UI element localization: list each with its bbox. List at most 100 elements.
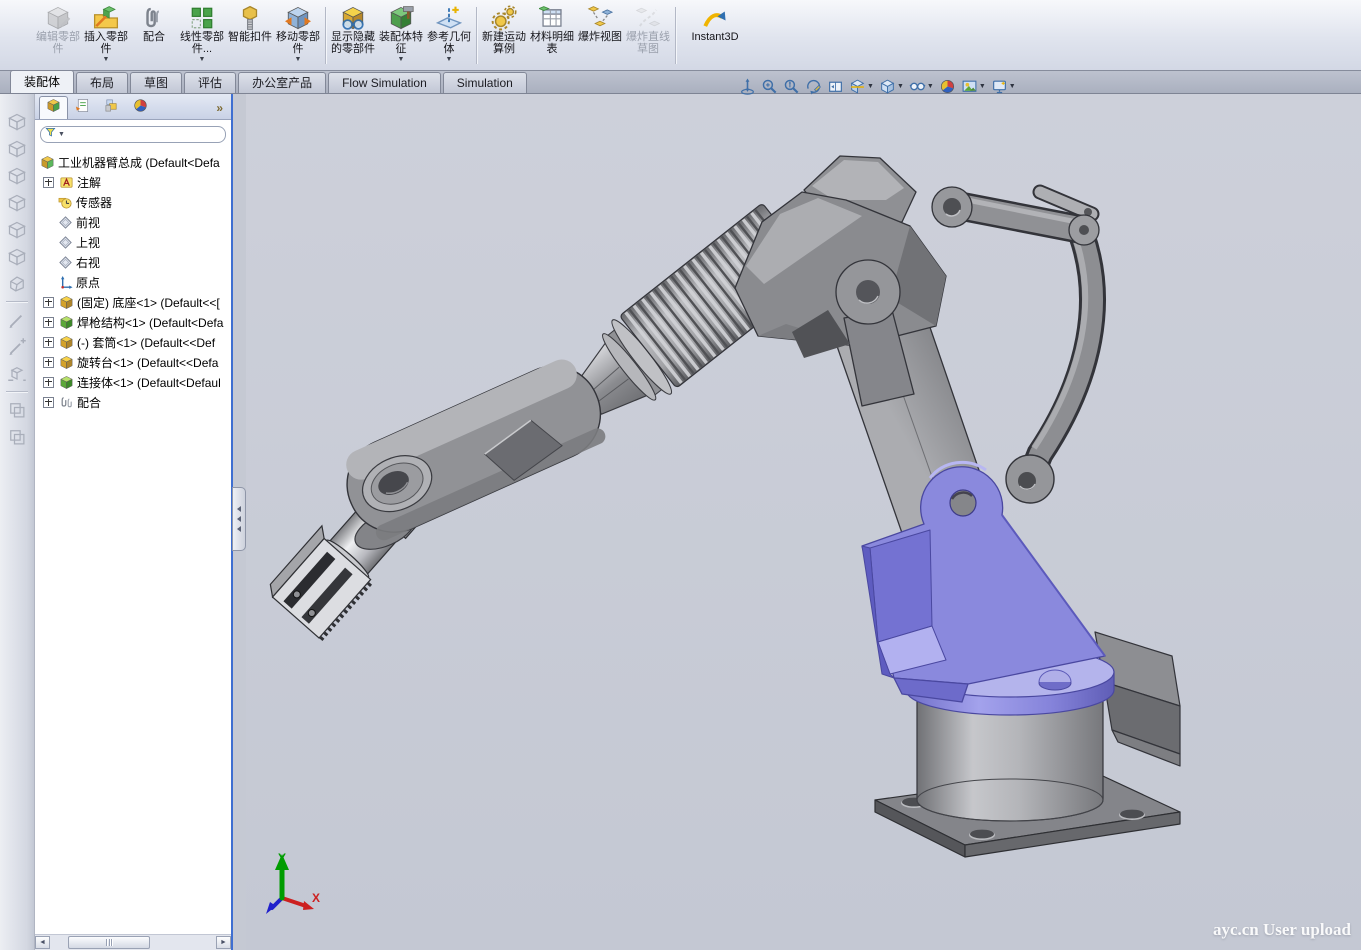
- dropdown-caret-icon[interactable]: ▼: [897, 83, 904, 90]
- panel-horizontal-scrollbar[interactable]: ◄ ►: [35, 934, 231, 950]
- panel-tab-overflow[interactable]: »: [216, 101, 227, 119]
- tree-item-component-base[interactable]: (固定) 底座<1> (Default<<[: [35, 292, 231, 312]
- tree-item-sensors[interactable]: 传感器: [35, 192, 231, 212]
- origin-icon: [57, 274, 73, 290]
- tree-filter-input[interactable]: ▼: [40, 126, 226, 143]
- mates-icon: [58, 394, 74, 410]
- tree-item-annotations[interactable]: 注解: [35, 172, 231, 192]
- part-yellow-icon: [58, 294, 74, 310]
- featuremanager-icon: [46, 98, 61, 118]
- configurationmanager-tab[interactable]: [97, 96, 126, 119]
- tree-item-label: 旋转台<1> (Default<<Defa: [77, 354, 218, 371]
- show-hidden-components-button[interactable]: 显示隐藏的零部件: [329, 2, 377, 69]
- mate-button[interactable]: 配合: [130, 2, 178, 69]
- tree-item-top-plane[interactable]: 上视: [35, 232, 231, 252]
- tree-item-component-sleeve[interactable]: (-) 套筒<1> (Default<<Def: [35, 332, 231, 352]
- dropdown-caret-icon[interactable]: ▼: [927, 83, 934, 90]
- zoom-in-out-icon[interactable]: [782, 77, 801, 96]
- tree-item-mates[interactable]: 配合: [35, 392, 231, 412]
- dropdown-caret-icon[interactable]: ▼: [295, 56, 302, 64]
- instant3d-button[interactable]: Instant3D: [679, 2, 751, 69]
- expand-icon[interactable]: [43, 377, 54, 388]
- linear-component-pattern-button[interactable]: 线性零部件... ▼: [178, 2, 226, 69]
- view-settings-icon[interactable]: ▼: [990, 77, 1017, 96]
- mate-icon: [141, 4, 167, 31]
- tree-item-right-plane[interactable]: 右视: [35, 252, 231, 272]
- hide-show-items-icon[interactable]: ▼: [908, 77, 935, 96]
- bill-of-materials-icon: [539, 4, 565, 31]
- pan-icon[interactable]: [826, 77, 845, 96]
- mate-label: 配合: [143, 31, 165, 43]
- dropdown-caret-icon[interactable]: ▼: [446, 56, 453, 64]
- 3d-sketch-icon: [7, 333, 27, 360]
- featuremanager-tab[interactable]: [39, 96, 68, 119]
- section-view-icon[interactable]: ▼: [848, 77, 875, 96]
- ribbon-tab-bar: 装配体布局草图评估办公室产品Flow SimulationSimulation: [0, 71, 1361, 94]
- curved-link-lug[interactable]: [1006, 455, 1054, 503]
- tab-flow-simulation[interactable]: Flow Simulation: [328, 72, 441, 93]
- splitter-collapse-handle[interactable]: [232, 487, 246, 551]
- tab-simulation[interactable]: Simulation: [443, 72, 527, 93]
- assembly-features-button[interactable]: 装配体特征 ▼: [377, 2, 425, 69]
- zoom-to-area-icon[interactable]: [760, 77, 779, 96]
- scrollbar-thumb[interactable]: [68, 936, 150, 949]
- tree-item-component-weld-gun[interactable]: 焊枪结构<1> (Default<Defa: [35, 312, 231, 332]
- expand-icon[interactable]: [43, 177, 54, 188]
- tab-office-products[interactable]: 办公室产品: [238, 72, 326, 93]
- expand-icon[interactable]: [43, 337, 54, 348]
- new-motion-study-button[interactable]: 新建运动算例: [480, 2, 528, 69]
- tab-evaluate[interactable]: 评估: [184, 72, 236, 93]
- insert-components-button[interactable]: 插入零部件 ▼: [82, 2, 130, 69]
- curved-link[interactable]: [1032, 236, 1092, 474]
- expand-icon[interactable]: [43, 297, 54, 308]
- rotate-view-icon[interactable]: [804, 77, 823, 96]
- tab-sketch[interactable]: 草图: [130, 72, 182, 93]
- filter-row: ▼: [35, 120, 231, 148]
- show-hidden-components-label: 显示隐藏的零部件: [329, 31, 377, 55]
- graphics-viewport[interactable]: Y X ayc.cn User upload: [246, 94, 1361, 950]
- expand-icon[interactable]: [43, 397, 54, 408]
- tree-item-component-connector[interactable]: 连接体<1> (Default<Defaul: [35, 372, 231, 392]
- tab-assembly[interactable]: 装配体: [10, 70, 74, 93]
- dropdown-caret-icon[interactable]: ▼: [979, 83, 986, 90]
- insert-components-icon: [93, 4, 119, 31]
- expand-icon[interactable]: [43, 357, 54, 368]
- apply-scene-icon[interactable]: ▼: [960, 77, 987, 96]
- reference-geometry-button[interactable]: 参考几何体 ▼: [425, 2, 473, 69]
- tree-item-origin[interactable]: 原点: [35, 272, 231, 292]
- dropdown-caret-icon[interactable]: ▼: [1009, 83, 1016, 90]
- scroll-right-button[interactable]: ►: [216, 936, 231, 949]
- edit-component-icon: [45, 4, 71, 31]
- smart-fasteners-button[interactable]: 智能扣件: [226, 2, 274, 69]
- toolbar-separator: [476, 7, 477, 64]
- tree-item-component-turntable[interactable]: 旋转台<1> (Default<<Defa: [35, 352, 231, 372]
- scroll-left-button[interactable]: ◄: [35, 936, 50, 949]
- tree-item-label: 右视: [76, 254, 100, 271]
- forearm[interactable]: [321, 351, 617, 557]
- zoom-to-fit-icon[interactable]: [738, 77, 757, 96]
- dropdown-caret-icon[interactable]: ▼: [398, 56, 405, 64]
- display-style-icon[interactable]: ▼: [878, 77, 905, 96]
- dropdown-caret-icon[interactable]: ▼: [199, 56, 206, 64]
- tree-item-assembly-root[interactable]: 工业机器臂总成 (Default<Defa: [35, 152, 231, 172]
- dropdown-caret-icon[interactable]: ▼: [103, 56, 110, 64]
- filter-caret-icon[interactable]: ▼: [58, 131, 65, 138]
- move-component-button[interactable]: 移动零部件 ▼: [274, 2, 322, 69]
- panel-tab-bar: »: [35, 94, 231, 120]
- panel-splitter[interactable]: [233, 94, 246, 950]
- expand-icon[interactable]: [43, 317, 54, 328]
- displaymanager-tab[interactable]: [126, 96, 155, 119]
- edit-appearance-icon[interactable]: [938, 77, 957, 96]
- assembly-features-icon: [388, 4, 414, 31]
- disc-dome[interactable]: [1039, 670, 1071, 690]
- featuremanager-panel: » ▼ 工业机器臂总成 (Default<Defa注解传感器前视上视右视原点(固…: [35, 94, 233, 950]
- bill-of-materials-button[interactable]: 材料明细表: [528, 2, 576, 69]
- tree-item-front-plane[interactable]: 前视: [35, 212, 231, 232]
- propertymanager-tab[interactable]: [68, 96, 97, 119]
- dropdown-caret-icon[interactable]: ▼: [867, 83, 874, 90]
- tab-layout[interactable]: 布局: [76, 72, 128, 93]
- explode-line-sketch-label: 爆炸直线草图: [624, 31, 672, 55]
- edit-component-button: 编辑零部件: [34, 2, 82, 69]
- paste-appearance-icon: [7, 423, 27, 450]
- exploded-view-button[interactable]: 爆炸视图: [576, 2, 624, 69]
